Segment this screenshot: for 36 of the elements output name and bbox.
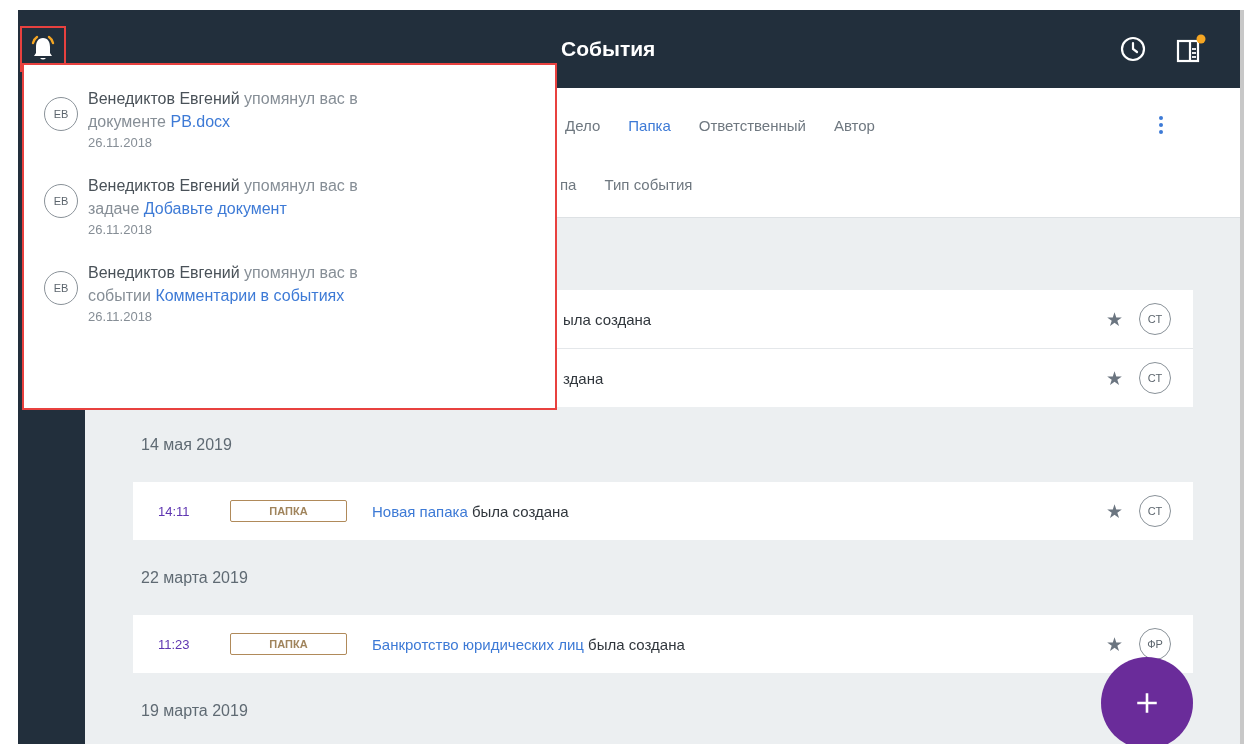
filter-tab[interactable]: Папка	[620, 112, 679, 138]
filter-tab[interactable]: Дело	[557, 112, 609, 138]
filter-tab[interactable]: Ответственный	[690, 112, 814, 138]
plus-icon	[1134, 690, 1160, 716]
clock-icon[interactable]	[1120, 36, 1146, 62]
star-icon[interactable]: ★	[1106, 499, 1123, 523]
page-title: События	[560, 37, 656, 61]
notification-text: Венедиктов Евгений упомянул вас в документе PB.docx	[88, 89, 359, 132]
star-icon[interactable]: ★	[1106, 632, 1123, 656]
event-text: Банкротство юридических лиц была создана	[372, 635, 685, 653]
event-time: 14:11	[158, 503, 191, 519]
notification-date: 26.11.2018	[88, 222, 154, 237]
notification-link[interactable]: PB.docx	[170, 113, 231, 130]
notification-date: 26.11.2018	[88, 135, 154, 150]
filter-tab[interactable]: Тип события	[596, 171, 701, 197]
notification-link[interactable]: Добавьте документ	[143, 200, 287, 217]
notification-text: Венедиктов Евгений упомянул вас в задаче Добавьте документ	[88, 176, 359, 219]
event-text: Новая папака была создана	[372, 502, 569, 520]
star-icon[interactable]: ★	[1106, 366, 1123, 390]
event-text: ыла создана	[563, 310, 652, 328]
filter-tab[interactable]: па	[552, 171, 585, 197]
event-text: здана	[563, 369, 604, 387]
date-heading: 22 марта 2019	[141, 568, 248, 587]
notification-text: Венедиктов Евгений упомянул вас в событии Комментарии в событиях	[88, 263, 359, 306]
panel-icon[interactable]	[1176, 34, 1206, 64]
event-link[interactable]: Банкротство юридических лиц	[372, 635, 584, 653]
notification-date: 26.11.2018	[88, 309, 154, 324]
filter-tab[interactable]: Автор	[825, 112, 883, 138]
event-link[interactable]: Новая папака	[372, 502, 468, 520]
event-tag: ПАПКА	[230, 500, 347, 522]
notification-link[interactable]: Комментарии в событиях	[155, 287, 345, 304]
date-heading: 14 мая 2019	[141, 435, 232, 454]
event-tag: ПАПКА	[230, 633, 347, 655]
event-time: 11:23	[158, 636, 191, 652]
date-heading: 19 марта 2019	[141, 701, 248, 720]
star-icon[interactable]: ★	[1106, 307, 1123, 331]
